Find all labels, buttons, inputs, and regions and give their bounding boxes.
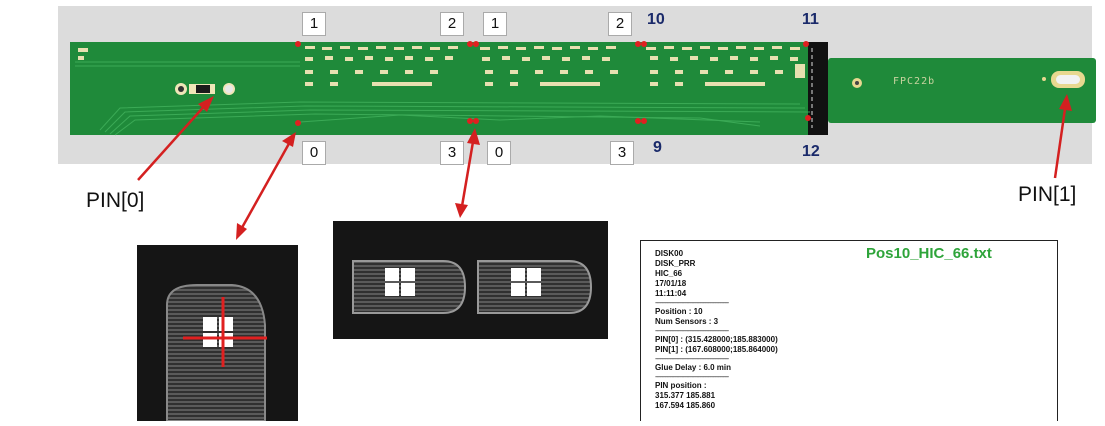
file-line: 17/01/18 <box>655 279 687 288</box>
xray-pads-closeup <box>333 221 608 339</box>
number-tag: 3 <box>440 141 464 165</box>
file-pin-position-label: PIN position : <box>655 381 707 390</box>
file-line: 11:11:04 <box>655 289 687 298</box>
number-tag: 3 <box>610 141 634 165</box>
board-dark-strip <box>808 42 828 135</box>
pin0-hole <box>175 83 235 95</box>
file-line: HIC_66 <box>655 269 683 278</box>
number-tag: 1 <box>483 12 507 36</box>
position-number: 10 <box>647 11 665 28</box>
xray-pin0-closeup <box>137 245 298 422</box>
position-number: 9 <box>653 139 662 156</box>
file-content-panel: Pos10_HIC_66.txt DISK00 DISK_PRR HIC_66 … <box>640 240 1058 421</box>
board-label: FPC22b <box>893 76 936 87</box>
number-tag: 2 <box>440 12 464 36</box>
position-number: 12 <box>802 143 820 160</box>
file-line: DISK_PRR <box>655 259 696 268</box>
number-tag: 0 <box>487 141 511 165</box>
separator: ----------------------------------------… <box>655 373 729 381</box>
file-pin-position: 167.594 185.860 <box>655 401 716 410</box>
file-pin-position: 315.377 185.881 <box>655 391 716 400</box>
file-pin0: PIN[0] : (315.428000;185.883000) <box>655 335 778 344</box>
file-glue-delay: Glue Delay : 6.0 min <box>655 363 732 372</box>
file-num-sensors: Num Sensors : 3 <box>655 317 719 326</box>
number-tag: 0 <box>302 141 326 165</box>
position-number: 11 <box>802 11 819 28</box>
separator: ----------------------------------------… <box>655 299 729 307</box>
number-tag: 2 <box>608 12 632 36</box>
number-tag: 1 <box>302 12 326 36</box>
separator: ----------------------------------------… <box>655 327 729 335</box>
pin1-label: PIN[1] <box>1018 183 1077 206</box>
tail-board <box>828 58 1096 123</box>
pin0-label: PIN[0] <box>86 189 145 212</box>
file-line: DISK00 <box>655 249 684 258</box>
separator: ----------------------------------------… <box>655 355 729 363</box>
file-position: Position : 10 <box>655 307 703 316</box>
file-pin1: PIN[1] : (167.608000;185.864000) <box>655 345 778 354</box>
file-title: Pos10_HIC_66.txt <box>866 245 992 262</box>
